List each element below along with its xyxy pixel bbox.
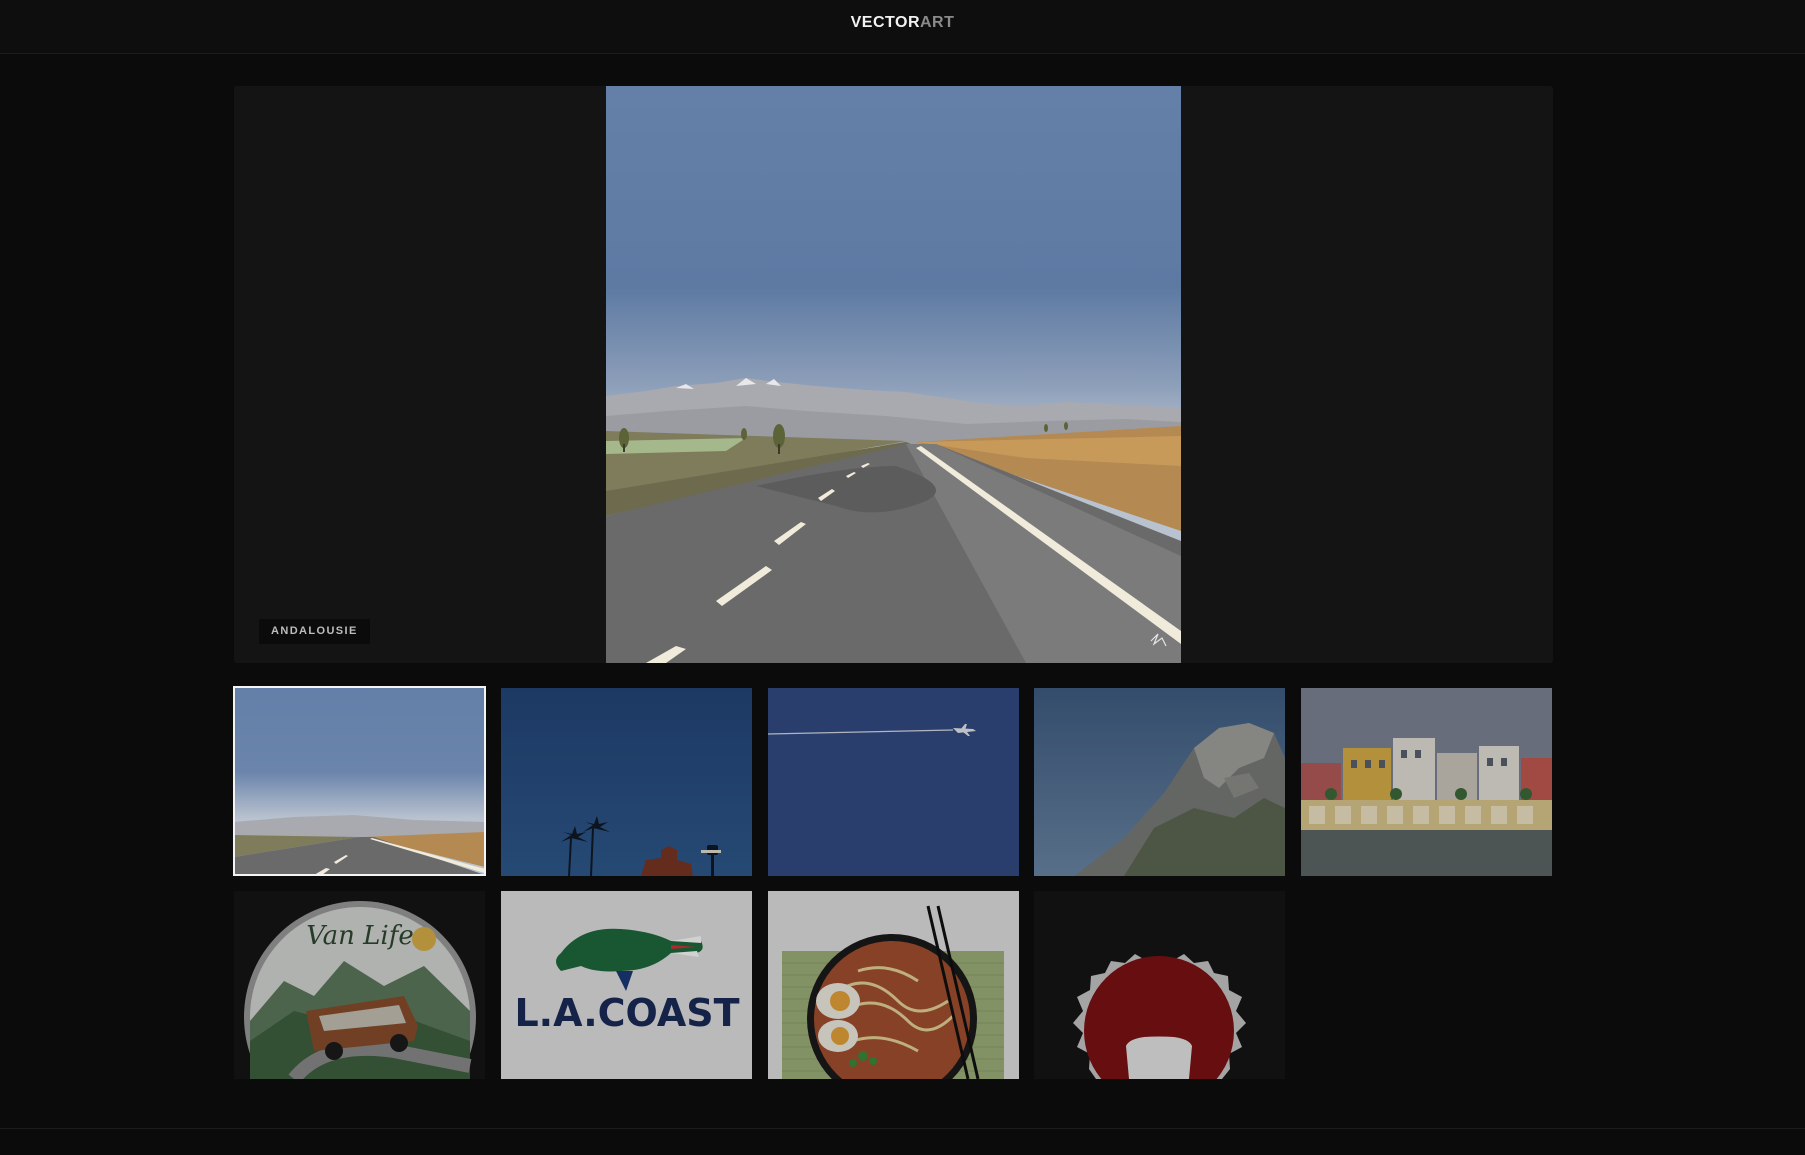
brand-logo[interactable]: VECTORART: [0, 14, 1805, 32]
ramen-bowl-icon: [768, 891, 1019, 1079]
top-bar: VECTORART: [0, 0, 1805, 54]
brand-part-vector: VECTOR: [850, 14, 920, 31]
mountain-icon: [1034, 688, 1285, 876]
road-landscape-icon: [234, 687, 485, 875]
crocodile-logo-icon: L.A.COAST: [501, 891, 752, 1079]
thumbnail-mountain[interactable]: [1034, 688, 1285, 876]
palm-trees-icon: [501, 688, 752, 876]
buildings-icon: [1301, 688, 1552, 876]
main-viewer: ANDALOUSIE: [234, 86, 1553, 663]
thumbnail-la-coast[interactable]: L.A.COAST: [501, 891, 752, 1079]
red-badge-icon: [1034, 891, 1285, 1079]
thumbnail-red-badge[interactable]: [1034, 891, 1285, 1079]
la-coast-text: L.A.COAST: [514, 991, 739, 1035]
main-artwork-image: [606, 86, 1181, 663]
thumbnail-ramen[interactable]: [768, 891, 1019, 1079]
van-life-text: Van Life: [306, 921, 414, 951]
thumbnail-van-life[interactable]: Van Life: [234, 891, 485, 1079]
van-life-badge-icon: Van Life: [234, 891, 485, 1079]
thumbnail-seville-buildings[interactable]: [1301, 688, 1552, 876]
thumbnail-palm-trees[interactable]: [501, 688, 752, 876]
footer-divider: [0, 1128, 1805, 1129]
artwork-caption: ANDALOUSIE: [259, 619, 370, 644]
airplane-icon: [768, 688, 1019, 876]
thumbnail-andalusian-road[interactable]: [233, 686, 486, 876]
brand-part-art: ART: [920, 14, 955, 31]
thumbnail-airplane[interactable]: [768, 688, 1019, 876]
